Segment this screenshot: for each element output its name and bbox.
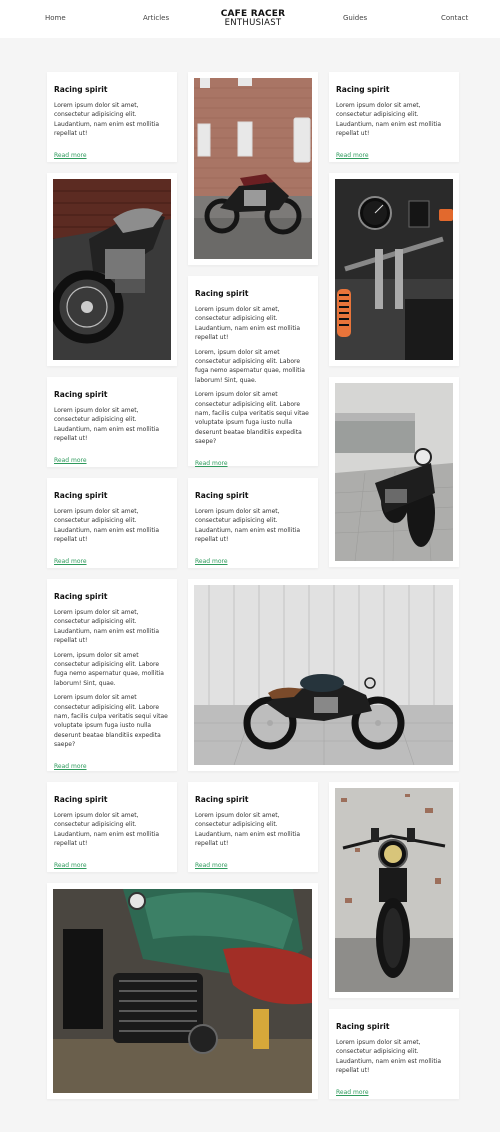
read-more-link[interactable]: Read more (195, 558, 228, 565)
card-text: Lorem ipsum dolor sit amet consectetur a… (195, 391, 309, 446)
site-logo[interactable]: CAFE RACER ENTHUSIAST (200, 10, 306, 28)
read-more-link[interactable]: Read more (336, 1089, 369, 1096)
read-more-link[interactable]: Read more (195, 460, 228, 467)
motorcycle-brick-wall-closeup-image (53, 179, 171, 360)
motorcycle-photo (335, 383, 453, 561)
motorcycle-photo (194, 585, 453, 765)
card-text: Lorem ipsum dolor sit amet, consectetur … (54, 812, 160, 848)
black-motorcycle-front-view-image (335, 383, 453, 561)
article-card: Racing spirit Lorem ipsum dolor sit amet… (329, 72, 459, 162)
article-card: Racing spirit Lorem ipsum dolor sit amet… (47, 782, 177, 872)
read-more-link[interactable]: Read more (54, 457, 87, 464)
card-text: Lorem ipsum dolor sit amet, consectetur … (54, 609, 160, 645)
photo-card (188, 579, 459, 771)
photo-card (329, 173, 459, 366)
card-text: Lorem ipsum dolor sit amet, consectetur … (54, 508, 160, 544)
card-text: Lorem ipsum dolor sit amet, consectetur … (195, 812, 301, 848)
card-text: Lorem ipsum dolor sit amet consectetur a… (54, 694, 168, 749)
card-title: Racing spirit (54, 491, 108, 500)
card-title: Racing spirit (54, 85, 108, 94)
photo-card (47, 883, 318, 1099)
card-text: Lorem, ipsum dolor sit amet consectetur … (54, 651, 164, 687)
read-more-link[interactable]: Read more (54, 862, 87, 869)
card-title: Racing spirit (54, 592, 108, 601)
card-title: Racing spirit (195, 795, 249, 804)
photo-card (329, 782, 459, 998)
read-more-link[interactable]: Read more (54, 558, 87, 565)
card-text: Lorem ipsum dolor sit amet, consectetur … (195, 306, 301, 342)
motorcycle-front-headlight-image (335, 788, 453, 992)
logo-subtitle: ENTHUSIAST (224, 18, 282, 28)
card-title: Racing spirit (336, 85, 390, 94)
motorcycle-side-view-garage-image (194, 585, 453, 765)
article-card: Racing spirit Lorem ipsum dolor sit amet… (47, 579, 177, 771)
photo-card (329, 377, 459, 567)
green-tank-engine-closeup-image (53, 889, 312, 1093)
motorcycle-photo (53, 889, 312, 1093)
nav-home-link[interactable]: Home (45, 14, 66, 22)
nav-articles-link[interactable]: Articles (143, 14, 169, 22)
card-text: Lorem ipsum dolor sit amet, consectetur … (195, 508, 301, 544)
motorcycle-photo (335, 179, 453, 360)
card-text: Lorem ipsum dolor sit amet, consectetur … (336, 102, 442, 138)
motorcycle-photo (335, 788, 453, 992)
card-text: Lorem, ipsum dolor sit amet consectetur … (195, 348, 305, 384)
article-card: Racing spirit Lorem ipsum dolor sit amet… (47, 377, 177, 467)
card-title: Racing spirit (54, 390, 108, 399)
top-navigation: Home Articles CAFE RACER ENTHUSIAST Guid… (0, 0, 500, 38)
read-more-link[interactable]: Read more (195, 862, 228, 869)
article-card: Racing spirit Lorem ipsum dolor sit amet… (47, 72, 177, 162)
card-title: Racing spirit (54, 795, 108, 804)
article-card: Racing spirit Lorem ipsum dolor sit amet… (188, 782, 318, 872)
read-more-link[interactable]: Read more (54, 152, 87, 159)
card-title: Racing spirit (336, 1022, 390, 1031)
article-card: Racing spirit Lorem ipsum dolor sit amet… (329, 1009, 459, 1099)
card-text: Lorem ipsum dolor sit amet, consectetur … (54, 102, 160, 138)
brick-building-motorcycle-image (194, 78, 312, 259)
card-text: Lorem ipsum dolor sit amet, consectetur … (54, 407, 160, 443)
nav-guides-link[interactable]: Guides (343, 14, 367, 22)
motorcycle-photo (194, 78, 312, 259)
nav-contact-link[interactable]: Contact (441, 14, 468, 22)
article-card: Racing spirit Lorem ipsum dolor sit amet… (188, 478, 318, 568)
card-title: Racing spirit (195, 491, 249, 500)
article-card: Racing spirit Lorem ipsum dolor sit amet… (47, 478, 177, 568)
photo-card (47, 173, 177, 366)
photo-card (188, 72, 318, 265)
article-card: Racing spirit Lorem ipsum dolor sit amet… (188, 276, 318, 467)
read-more-link[interactable]: Read more (336, 152, 369, 159)
handlebar-dashboard-closeup-image (335, 179, 453, 360)
read-more-link[interactable]: Read more (54, 763, 87, 770)
card-title: Racing spirit (195, 289, 249, 298)
card-text: Lorem ipsum dolor sit amet, consectetur … (336, 1039, 442, 1075)
motorcycle-photo (53, 179, 171, 360)
